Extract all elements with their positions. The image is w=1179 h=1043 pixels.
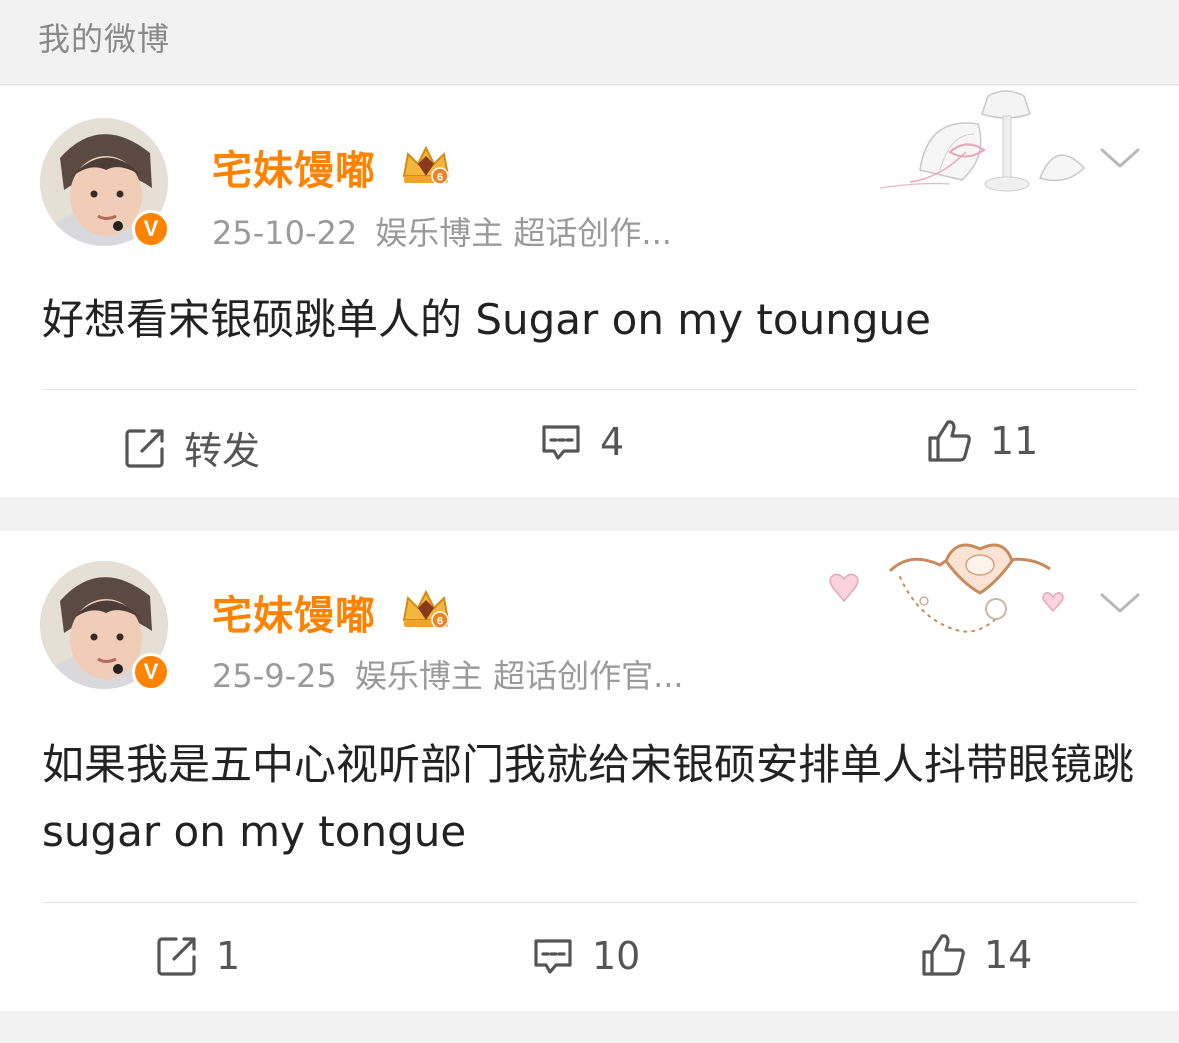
- repost-label: 转发: [184, 429, 261, 473]
- card-decoration: [829, 543, 1064, 633]
- repost-button[interactable]: 转发: [124, 420, 260, 475]
- verified-v-icon: V: [132, 653, 170, 691]
- user-tags: 娱乐博主 超话创作...: [375, 214, 672, 252]
- section-title: 我的微博: [38, 20, 171, 58]
- like-button[interactable]: 11: [926, 418, 1038, 464]
- post-date: 25-10-22: [212, 214, 358, 252]
- comment-count: 4: [600, 420, 625, 464]
- avatar[interactable]: V: [40, 561, 170, 691]
- repost-icon: [125, 428, 164, 468]
- comment-icon: [534, 939, 572, 974]
- verified-v-icon: V: [132, 210, 170, 248]
- divider: [42, 389, 1137, 390]
- post-card[interactable]: V 宅妹馒嘟 6 25-9-25 娱乐博主 超话创作官... 如果我是五中心视听部…: [0, 531, 1179, 1011]
- username[interactable]: 宅妹馒嘟: [212, 138, 376, 196]
- card-decoration: [880, 90, 1086, 192]
- svg-text:6: 6: [437, 172, 443, 184]
- like-icon: [922, 934, 965, 976]
- chevron-down-icon[interactable]: [1100, 591, 1140, 615]
- like-count: 11: [990, 419, 1039, 463]
- like-icon: [928, 420, 971, 462]
- comment-count: 10: [592, 934, 641, 978]
- post-meta: 25-10-22 娱乐博主 超话创作...: [212, 208, 672, 254]
- section-header: 我的微博: [0, 0, 1179, 85]
- repost-count: 1: [216, 934, 241, 978]
- user-tags: 娱乐博主 超话创作官...: [354, 657, 684, 695]
- comment-button[interactable]: 10: [532, 934, 640, 978]
- repost-icon: [157, 937, 196, 976]
- username[interactable]: 宅妹馒嘟: [212, 583, 376, 641]
- post-meta: 25-9-25 娱乐博主 超话创作官...: [212, 651, 684, 697]
- post-text[interactable]: 如果我是五中心视听部门我就给宋银硕安排单人抖带眼镜跳 sugar on my t…: [42, 731, 1142, 865]
- like-button[interactable]: 14: [920, 932, 1032, 978]
- comment-icon: [542, 425, 580, 460]
- avatar[interactable]: V: [40, 118, 170, 248]
- svg-text:6: 6: [437, 616, 443, 628]
- crown-level-icon[interactable]: 6: [398, 142, 454, 188]
- post-date: 25-9-25: [212, 657, 337, 695]
- chevron-down-icon[interactable]: [1100, 146, 1140, 170]
- repost-button[interactable]: 1: [156, 934, 240, 978]
- post-card[interactable]: V 宅妹馒嘟 6 25-10-22 娱乐博主 超话创作... 好想看宋银硕跳单人的…: [0, 86, 1179, 497]
- post-text[interactable]: 好想看宋银硕跳单人的 Sugar on my toungue: [42, 286, 1142, 353]
- comment-button[interactable]: 4: [540, 420, 624, 464]
- divider: [42, 902, 1137, 903]
- like-count: 14: [984, 933, 1033, 977]
- crown-level-icon[interactable]: 6: [398, 586, 454, 632]
